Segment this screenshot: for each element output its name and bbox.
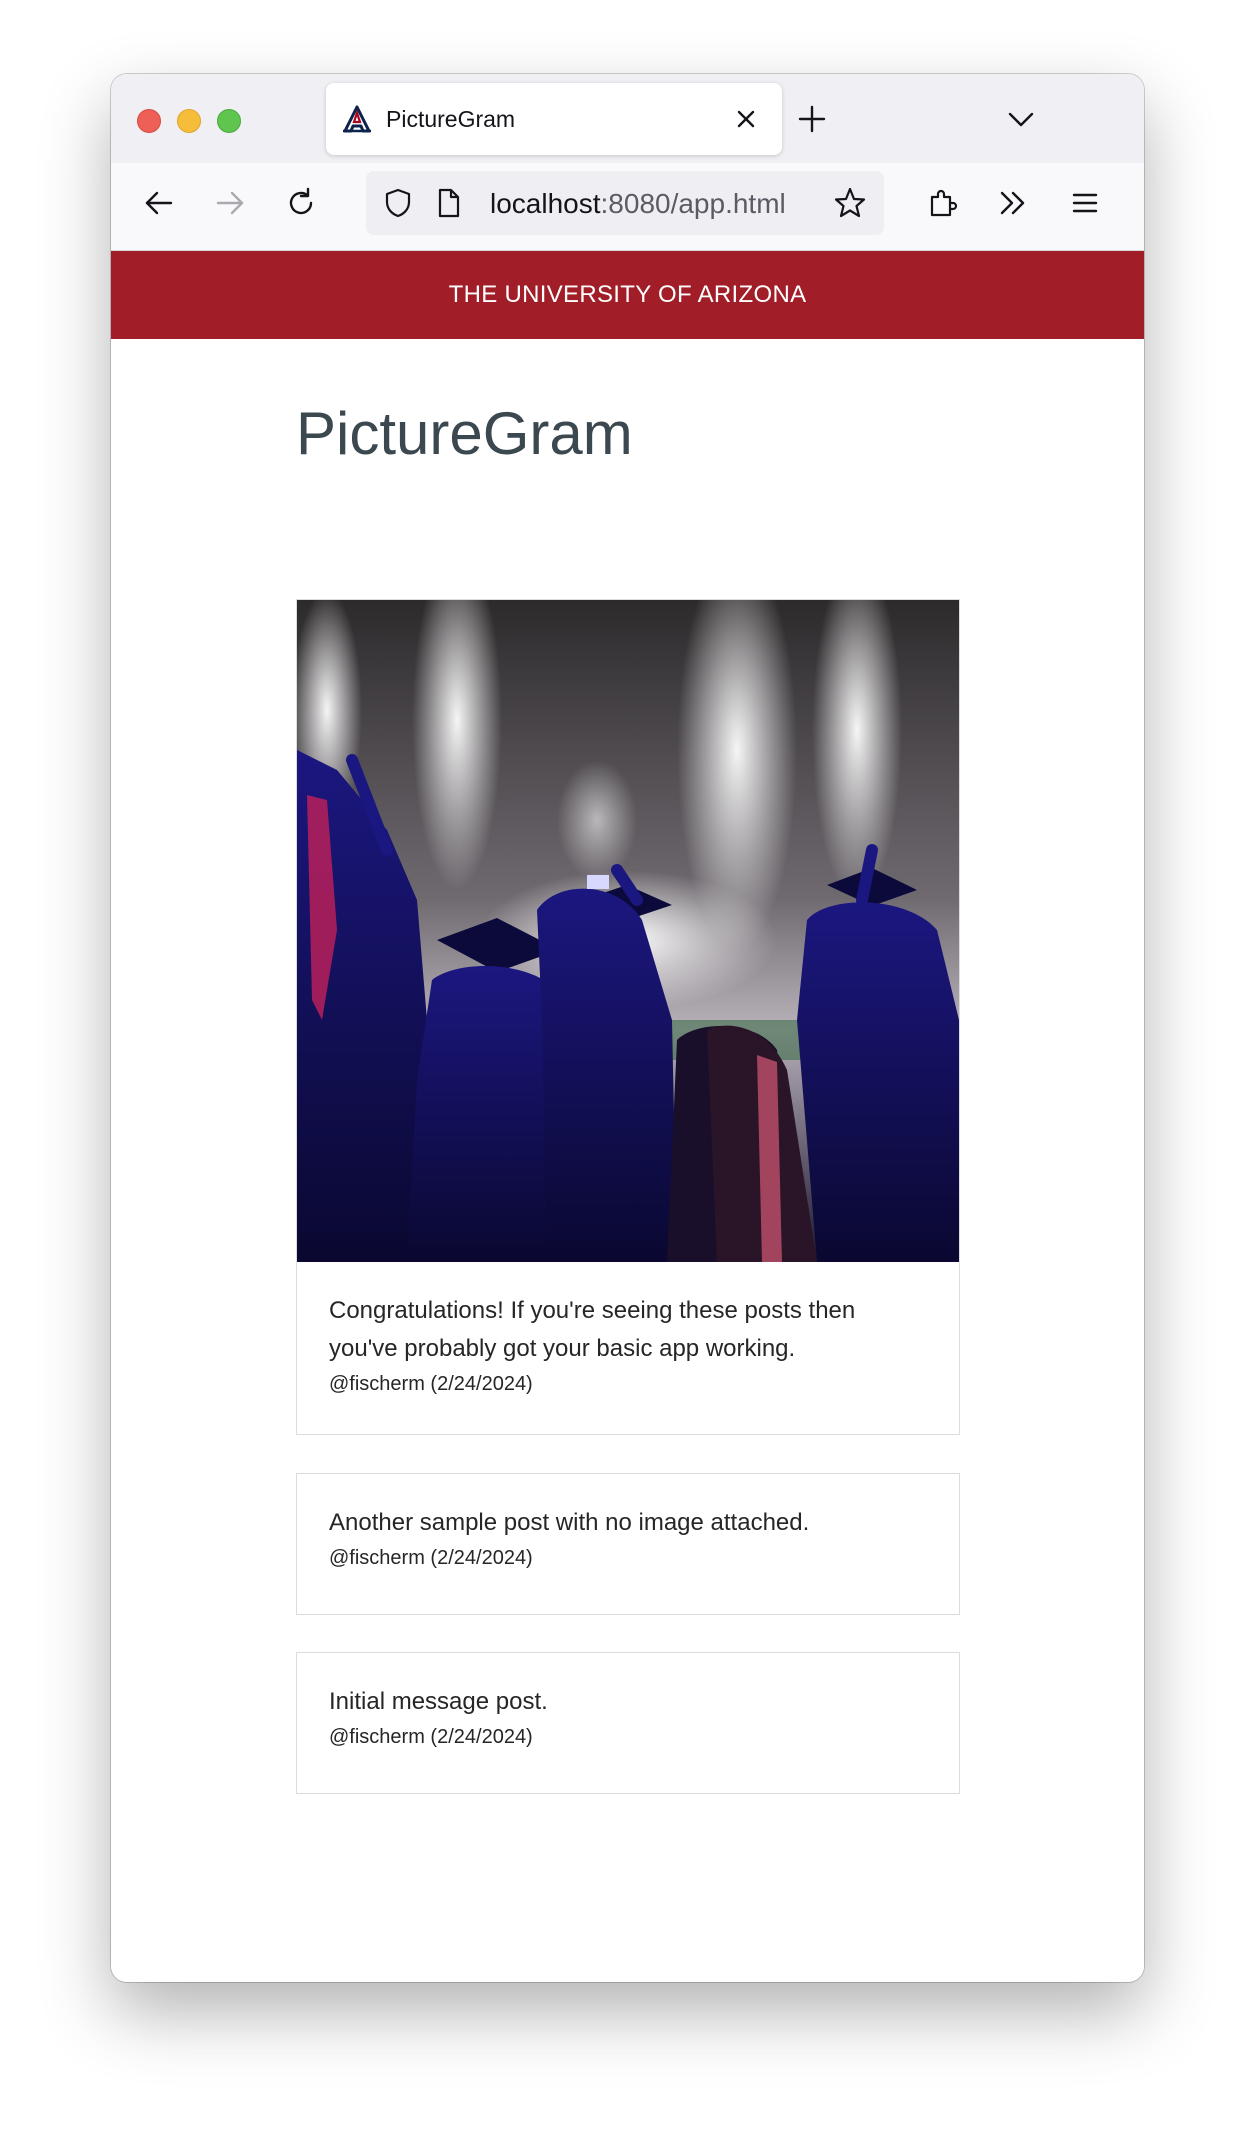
forward-arrow-icon[interactable] xyxy=(212,185,248,221)
browser-window: PictureGram localhost:8080/app.html THE … xyxy=(111,74,1144,1982)
post-body: Another sample post with no image attach… xyxy=(297,1474,959,1573)
post-author-date: @fischerm (2/24/2024) xyxy=(329,1373,533,1395)
post-text: Another sample post with no image attach… xyxy=(329,1509,810,1536)
list-all-tabs-icon[interactable] xyxy=(1003,101,1039,137)
tab-strip: PictureGram xyxy=(111,74,1144,163)
post-text: Congratulations! If you're seeing these … xyxy=(329,1297,856,1362)
post-body: Congratulations! If you're seeing these … xyxy=(297,1262,959,1399)
bookmark-star-icon[interactable] xyxy=(832,185,868,221)
post-card: Another sample post with no image attach… xyxy=(296,1473,960,1615)
url-host: localhost xyxy=(490,188,601,219)
post-author-date: @fischerm (2/24/2024) xyxy=(329,1726,533,1748)
page-viewport: THE UNIVERSITY OF ARIZONA PictureGram Co… xyxy=(111,251,1144,1982)
banner-text: THE UNIVERSITY OF ARIZONA xyxy=(448,281,807,308)
page-info-icon[interactable] xyxy=(430,185,466,221)
more-tools-chevron-icon[interactable] xyxy=(995,185,1031,221)
reload-icon[interactable] xyxy=(283,185,319,221)
post-card: Initial message post. @fischerm (2/24/20… xyxy=(296,1652,960,1794)
university-logo-icon xyxy=(343,105,371,133)
url-text[interactable]: localhost:8080/app.html xyxy=(490,188,786,220)
tab-title: PictureGram xyxy=(386,106,516,132)
extensions-puzzle-icon[interactable] xyxy=(924,185,960,221)
post-body: Initial message post. @fischerm (2/24/20… xyxy=(297,1653,959,1752)
close-window-button[interactable] xyxy=(137,109,161,133)
close-tab-icon[interactable] xyxy=(730,103,762,135)
tracking-protection-shield-icon[interactable] xyxy=(380,185,416,221)
tab-picturegram[interactable]: PictureGram xyxy=(326,83,782,155)
post-image xyxy=(297,600,959,1262)
zoom-window-button[interactable] xyxy=(217,109,241,133)
page-title: PictureGram xyxy=(296,400,633,467)
hamburger-menu-icon[interactable] xyxy=(1067,185,1103,221)
back-arrow-icon[interactable] xyxy=(141,185,177,221)
post-author-date: @fischerm (2/24/2024) xyxy=(329,1547,533,1569)
url-bar[interactable]: localhost:8080/app.html xyxy=(366,171,884,235)
post-card: Congratulations! If you're seeing these … xyxy=(296,599,960,1435)
university-banner[interactable]: THE UNIVERSITY OF ARIZONA xyxy=(111,251,1144,339)
url-path: :8080/app.html xyxy=(600,188,786,219)
new-tab-icon[interactable] xyxy=(794,101,830,137)
post-text: Initial message post. xyxy=(329,1688,548,1715)
navigation-toolbar: localhost:8080/app.html xyxy=(111,163,1144,251)
minimize-window-button[interactable] xyxy=(177,109,201,133)
